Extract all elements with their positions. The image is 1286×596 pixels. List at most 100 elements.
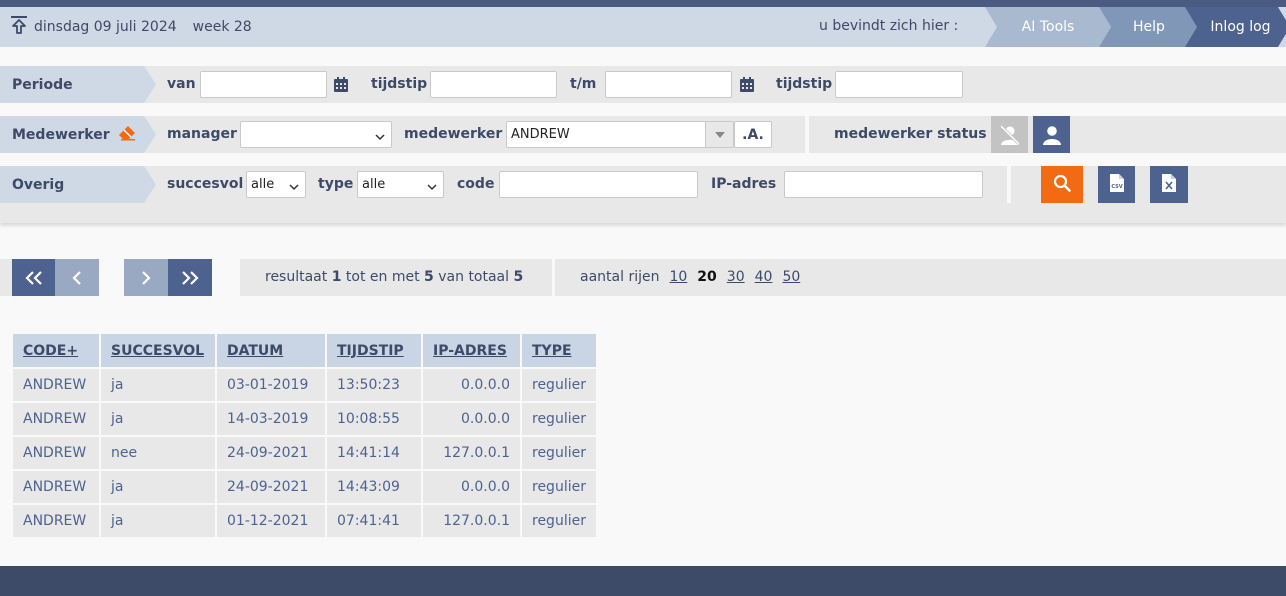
filter-label-medewerker: Medewerker — [0, 116, 156, 153]
chevron-down-icon — [289, 180, 299, 195]
cell-datum: 24-09-2021 — [217, 469, 327, 503]
chevron-right-icon — [141, 266, 151, 290]
van-time-input[interactable] — [430, 71, 557, 98]
search-button[interactable] — [1041, 166, 1083, 203]
next-page-button[interactable] — [124, 259, 168, 296]
user-icon[interactable] — [1033, 116, 1070, 153]
tm-label: t/m — [570, 76, 597, 92]
login-log-table: CODE+ SUCCESVOL DATUM TIJDSTIP IP-ADRES … — [13, 334, 596, 537]
current-week: week 28 — [192, 19, 252, 35]
ip-label: IP-adres — [711, 176, 777, 192]
top-strip — [0, 0, 1286, 7]
cell-ip-adres: 127.0.0.1 — [423, 435, 522, 469]
manager-select[interactable] — [240, 121, 392, 148]
calendar-icon[interactable] — [740, 77, 754, 92]
first-page-button[interactable] — [12, 259, 55, 296]
cell-tijdstip: 13:50:23 — [327, 367, 423, 401]
type-label: type — [318, 176, 354, 192]
table-row: ANDREW ja 24-09-2021 14:43:09 0.0.0.0 re… — [13, 469, 596, 503]
succesvol-label: succesvol — [167, 176, 244, 192]
tm-time-input[interactable] — [835, 71, 963, 98]
filter-row-medewerker: Medewerker manager medewerker ANDREW .A.… — [0, 116, 1286, 153]
tijdstip2-label: tijdstip — [776, 76, 833, 92]
double-chevron-left-icon — [24, 266, 43, 290]
medewerker-combobox[interactable]: ANDREW — [506, 121, 734, 148]
column-header-datum[interactable]: DATUM — [217, 334, 327, 367]
column-header-code[interactable]: CODE+ — [13, 334, 101, 367]
table-row: ANDREW nee 24-09-2021 14:41:14 127.0.0.1… — [13, 435, 596, 469]
column-header-succesvol[interactable]: SUCCESVOL — [101, 334, 217, 367]
user-slash-icon[interactable] — [991, 116, 1028, 153]
cell-ip-adres: 0.0.0.0 — [423, 401, 522, 435]
pager-gap — [99, 259, 124, 296]
breadcrumb-help[interactable]: Help — [1099, 7, 1199, 47]
tijdstip-label: tijdstip — [371, 76, 428, 92]
row-separator — [1007, 166, 1011, 203]
cell-succesvol: nee — [101, 435, 217, 469]
previous-page-button[interactable] — [55, 259, 99, 296]
table-header-row: CODE+ SUCCESVOL DATUM TIJDSTIP IP-ADRES … — [13, 334, 596, 367]
last-page-button[interactable] — [168, 259, 212, 296]
pager-gap — [552, 259, 555, 296]
rows-label: aantal rijen — [580, 269, 660, 285]
cell-code: ANDREW — [13, 367, 101, 401]
column-header-ip-adres[interactable]: IP-ADRES — [423, 334, 522, 367]
export-csv-button[interactable]: CSV — [1098, 166, 1135, 203]
rows-option-10[interactable]: 10 — [669, 259, 687, 296]
cell-succesvol: ja — [101, 503, 217, 537]
rows-option-40[interactable]: 40 — [755, 259, 773, 296]
csv-file-icon: CSV — [1109, 173, 1124, 196]
breadcrumb-ai-tools[interactable]: AI Tools — [985, 7, 1111, 47]
footer-bar — [0, 566, 1286, 596]
cell-code: ANDREW — [13, 435, 101, 469]
column-header-tijdstip[interactable]: TIJDSTIP — [327, 334, 423, 367]
medewerker-value: ANDREW — [511, 127, 570, 142]
cell-ip-adres: 0.0.0.0 — [423, 469, 522, 503]
cell-code: ANDREW — [13, 469, 101, 503]
code-input[interactable] — [499, 171, 698, 198]
wildcard-button[interactable]: .A. — [734, 121, 772, 148]
cell-tijdstip: 10:08:55 — [327, 401, 423, 435]
cell-type: regulier — [522, 435, 596, 469]
cell-datum: 01-12-2021 — [217, 503, 327, 537]
cell-type: regulier — [522, 401, 596, 435]
svg-text:CSV: CSV — [1111, 184, 1122, 190]
cell-datum: 14-03-2019 — [217, 401, 327, 435]
cell-ip-adres: 0.0.0.0 — [423, 367, 522, 401]
rows-option-30[interactable]: 30 — [727, 259, 745, 296]
table-row: ANDREW ja 03-01-2019 13:50:23 0.0.0.0 re… — [13, 367, 596, 401]
manager-label: manager — [167, 126, 237, 142]
column-header-type[interactable]: TYPE — [522, 334, 596, 367]
chevron-down-icon — [375, 130, 385, 145]
van-date-input[interactable] — [200, 71, 327, 98]
medewerker-status-label: medewerker status — [834, 126, 987, 142]
location-label: u bevindt zich hier : — [819, 18, 959, 34]
filter-label-overig: Overig — [0, 166, 156, 203]
breadcrumb-inlog-log[interactable]: Inlog log — [1185, 7, 1286, 47]
search-icon — [1053, 174, 1071, 196]
eraser-icon[interactable] — [118, 125, 136, 145]
calendar-icon[interactable] — [334, 77, 348, 92]
cell-datum: 03-01-2019 — [217, 367, 327, 401]
home-up-icon[interactable] — [10, 15, 28, 39]
cell-succesvol: ja — [101, 367, 217, 401]
export-excel-button[interactable] — [1150, 166, 1188, 203]
chevron-left-icon — [72, 266, 82, 290]
tm-date-input[interactable] — [605, 71, 732, 98]
header-bar: dinsdag 09 juli 2024 week 28 u bevindt z… — [0, 7, 1286, 47]
filter-label-periode: Periode — [0, 66, 156, 103]
result-summary: resultaat 1 tot en met 5 van totaal 5 — [265, 269, 524, 285]
type-select[interactable]: alle — [357, 171, 444, 198]
rows-per-page: aantal rijen 10 20 30 40 50 — [580, 259, 800, 296]
van-label: van — [167, 76, 196, 92]
succesvol-select[interactable]: alle — [246, 171, 306, 198]
chevron-down-icon — [427, 180, 437, 195]
excel-file-icon — [1162, 173, 1176, 196]
medewerker-label: medewerker — [404, 126, 503, 142]
cell-type: regulier — [522, 367, 596, 401]
rows-option-50[interactable]: 50 — [782, 259, 800, 296]
ip-input[interactable] — [784, 171, 983, 198]
code-label: code — [457, 176, 495, 192]
caret-down-icon[interactable] — [705, 122, 733, 147]
cell-datum: 24-09-2021 — [217, 435, 327, 469]
